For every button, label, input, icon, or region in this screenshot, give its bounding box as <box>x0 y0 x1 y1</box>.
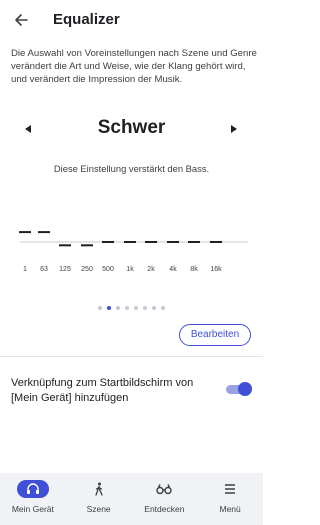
nav-label: Entdecken <box>144 504 185 514</box>
previous-preset-button[interactable] <box>20 121 36 137</box>
edit-button[interactable]: Bearbeiten <box>179 324 251 346</box>
nav-label: Mein Gerät <box>11 504 54 514</box>
pagination-dot <box>107 306 111 310</box>
nav-item-menue[interactable]: Menü <box>197 473 263 525</box>
eq-frequency-label: 16k <box>210 266 222 273</box>
equalizer-chart: 1 63 125 250 500 1k 2k 4k 8k 16k <box>0 210 263 280</box>
pagination-dot <box>152 306 156 310</box>
next-preset-button[interactable] <box>226 121 242 137</box>
app-bar: Equalizer <box>0 0 263 40</box>
shortcut-label: Verknüpfung zum Startbildschirm von [Mei… <box>11 377 194 404</box>
eq-frequency-label: 63 <box>40 266 48 273</box>
eq-frequency-label: 500 <box>102 266 114 273</box>
pagination-dot <box>125 306 129 310</box>
pagination-dot <box>98 306 102 310</box>
walking-person-icon <box>94 482 103 496</box>
page-title: Equalizer <box>53 11 120 28</box>
nav-item-szene[interactable]: Szene <box>66 473 132 525</box>
pagination-dots <box>0 306 263 310</box>
preset-description: Diese Einstellung verstärkt den Bass. <box>53 163 210 174</box>
pagination-dot <box>134 306 138 310</box>
eq-frequency-label: 8k <box>190 266 198 273</box>
shortcut-toggle[interactable] <box>226 382 252 396</box>
eq-frequency-label: 250 <box>81 266 93 273</box>
pagination-dot <box>161 306 165 310</box>
arrow-left-icon <box>15 14 28 26</box>
nav-label: Menü <box>219 504 241 514</box>
eq-frequency-label: 125 <box>59 266 71 273</box>
nav-item-mein-geraet[interactable]: Mein Gerät <box>0 473 66 525</box>
binoculars-icon <box>156 484 173 495</box>
equalizer-description: Die Auswahl von Voreinstellungen nach Sz… <box>11 48 257 85</box>
back-button[interactable] <box>10 9 32 31</box>
preset-name: Schwer <box>97 117 166 138</box>
pagination-dot <box>143 306 147 310</box>
menu-icon <box>225 484 236 494</box>
eq-frequency-label: 2k <box>147 266 155 273</box>
pagination-dot <box>116 306 120 310</box>
triangle-left-icon <box>25 125 31 133</box>
headphones-icon <box>26 483 39 494</box>
toggle-thumb <box>238 382 252 396</box>
bottom-navigation: Mein Gerät Szene Entdecken Menü <box>0 473 263 525</box>
divider <box>0 356 263 357</box>
eq-frequency-label: 4k <box>169 266 177 273</box>
preset-selector: Schwer <box>0 113 263 147</box>
shortcut-setting: Verknüpfung zum Startbildschirm von [Mei… <box>0 370 263 410</box>
eq-frequency-label: 1 <box>23 266 27 273</box>
triangle-right-icon <box>231 125 237 133</box>
nav-item-entdecken[interactable]: Entdecken <box>132 473 198 525</box>
nav-label: Szene <box>86 504 111 514</box>
equalizer-svg: 1 63 125 250 500 1k 2k 4k 8k 16k <box>19 231 248 273</box>
eq-frequency-label: 1k <box>126 266 134 273</box>
